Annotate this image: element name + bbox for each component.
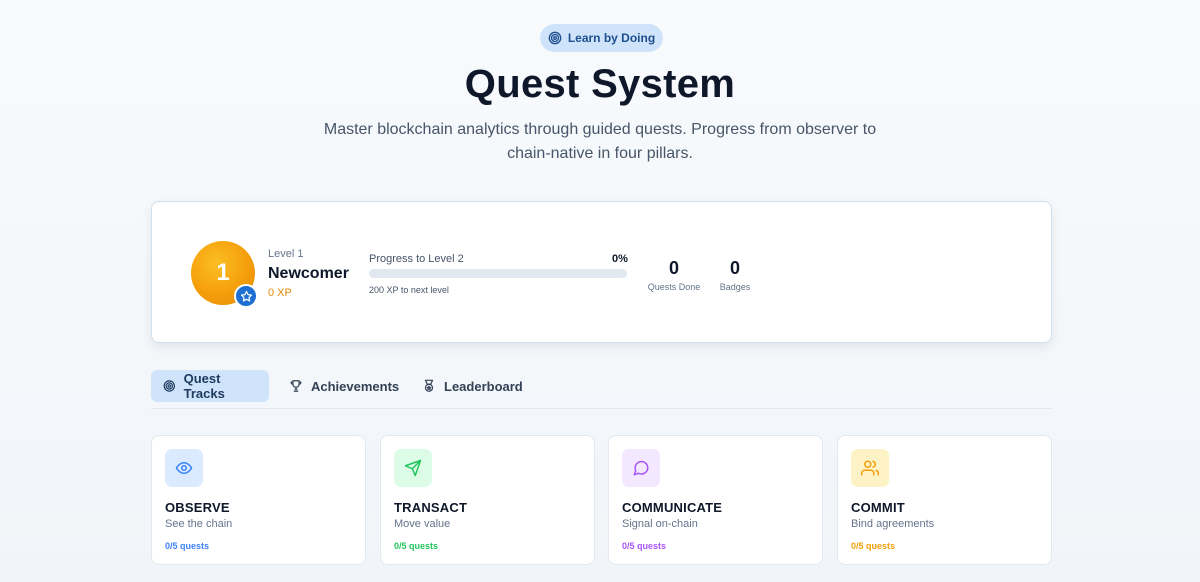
track-subtitle: See the chain [165,518,233,530]
track-title: OBSERVE [165,500,230,515]
progress-percent: 0% [612,253,628,265]
quests-done-label: Quests Done [647,282,701,292]
track-quest-count: 0/5 quests [165,541,210,551]
page-subtitle: Master blockchain analytics through guid… [323,121,877,162]
tab-label: Achievements [311,378,400,394]
star-badge [234,284,258,308]
tab-label: Quest Tracks [183,371,225,401]
message-icon [633,460,649,476]
badges-label: Badges [719,282,751,292]
badges-stat: 0 Badges [715,257,755,292]
pill-label: Learn by Doing [567,31,656,45]
next-level-text: 200 XP to next level [369,285,449,295]
eye-icon [175,462,193,474]
trophy-icon [290,380,302,392]
track-quest-count: 0/5 quests [394,541,439,551]
medal-icon [424,379,434,392]
tab-label: Leaderboard [444,378,523,394]
track-quest-count: 0/5 quests [851,541,896,551]
tab-quest-tracks[interactable]: Quest Tracks [151,370,269,402]
track-card-commit[interactable]: COMMIT Bind agreements 0/5 quests [837,435,1052,565]
track-card-observe[interactable]: OBSERVE See the chain 0/5 quests [151,435,366,565]
star-icon [240,290,252,302]
profile-card: 1 Level 1 Newcomer 0 XP Progress to Leve… [151,201,1052,343]
avatar-level-number: 1 [216,259,230,286]
track-icon-box [851,449,889,487]
page-title: Quest System [464,62,736,106]
xp-value: 0 XP [268,287,292,299]
tab-achievements[interactable]: Achievements [277,370,411,402]
target-icon [163,380,176,392]
track-icon-box [165,449,203,487]
quests-done-value: 0 [668,258,679,278]
progress-bar [369,269,627,278]
track-card-communicate[interactable]: COMMUNICATE Signal on-chain 0/5 quests [608,435,823,565]
track-icon-box [622,449,660,487]
level-name: Newcomer [268,265,349,282]
badges-value: 0 [729,258,740,278]
track-quest-count: 0/5 quests [622,541,667,551]
track-title: COMMIT [851,500,905,515]
send-icon [404,459,422,477]
track-icon-box [394,449,432,487]
progress-label: Progress to Level 2 [369,253,464,265]
tab-leaderboard[interactable]: Leaderboard [410,370,535,402]
track-subtitle: Move value [394,518,451,530]
users-icon [861,460,879,476]
learn-by-doing-pill: Learn by Doing [540,24,663,52]
track-subtitle: Bind agreements [851,518,935,530]
tab-bar: Quest Tracks Achievements Leaderboard [151,370,1052,409]
track-title: TRANSACT [394,500,468,515]
track-subtitle: Signal on-chain [622,518,698,530]
track-title: COMMUNICATE [622,500,723,515]
quests-done-stat: 0 Quests Done [644,257,704,292]
track-card-transact[interactable]: TRANSACT Move value 0/5 quests [380,435,595,565]
level-label: Level 1 [268,248,304,260]
target-icon [548,31,562,45]
